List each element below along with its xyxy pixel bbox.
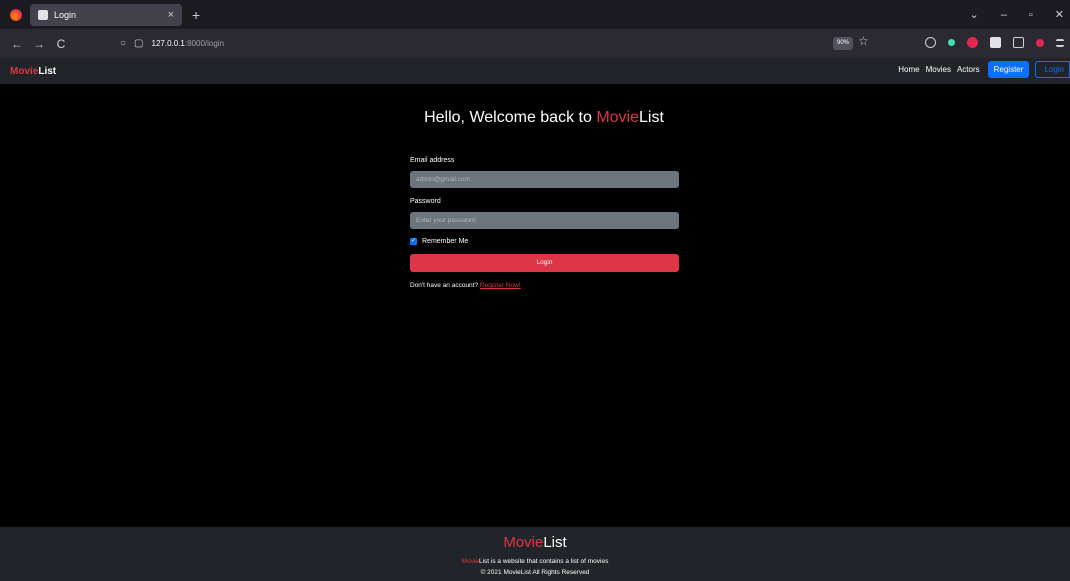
remember-checkbox[interactable]: ✓: [410, 238, 417, 245]
nav-movies[interactable]: Movies: [926, 65, 951, 74]
password-field[interactable]: Enter your password: [410, 212, 679, 229]
downloads-icon[interactable]: [948, 39, 955, 46]
adblock-icon[interactable]: [967, 37, 978, 48]
site-footer: MovieList MovieList is a website that co…: [0, 527, 1070, 581]
zoom-indicator[interactable]: 90%: [833, 37, 854, 50]
remember-label: Remember Me: [422, 238, 469, 245]
site-navbar: MovieList Home Movies Actors Register Lo…: [0, 58, 1070, 84]
forward-button[interactable]: →: [28, 37, 50, 51]
browser-tab-bar: Login × + ⌄ – ▫ ✕: [0, 0, 1070, 29]
brand-list: List: [38, 65, 57, 77]
nav-actors[interactable]: Actors: [957, 65, 980, 74]
heading-movie: Movie: [596, 109, 639, 126]
list-tabs-icon[interactable]: ⌄: [970, 8, 979, 21]
register-button[interactable]: Register: [987, 61, 1030, 78]
site-brand[interactable]: MovieList: [10, 66, 56, 77]
maximize-button[interactable]: ▫: [1029, 9, 1033, 21]
remember-row: ✓ Remember Me: [410, 238, 679, 245]
url-bar[interactable]: ○ ▢ 127.0.0.1:8000/login: [120, 34, 840, 54]
pocket-icon[interactable]: [925, 37, 936, 48]
menu-icon[interactable]: [1056, 38, 1064, 47]
page-icon[interactable]: ▢: [134, 38, 143, 49]
heading-text: Hello, Welcome back to: [424, 109, 597, 126]
register-now-link[interactable]: Register Now!: [480, 282, 521, 289]
footer-brand: MovieList: [0, 534, 1070, 551]
privacy-icon[interactable]: [1036, 38, 1044, 47]
page-title: Hello, Welcome back to MovieList: [0, 109, 1070, 127]
tab-close-icon[interactable]: ×: [168, 9, 174, 21]
login-form: Email address admin@gmail.com Password E…: [410, 157, 679, 289]
browser-tab[interactable]: Login ×: [30, 3, 182, 26]
nav-links: Home Movies Actors Register Login: [898, 61, 1070, 78]
shield-icon[interactable]: ○: [120, 38, 126, 49]
nav-home[interactable]: Home: [898, 65, 919, 74]
no-account-text: Don't have an account?: [410, 282, 480, 289]
password-label: Password: [410, 198, 441, 205]
email-field[interactable]: admin@gmail.com: [410, 171, 679, 188]
footer-desc-rest: List is a website that contains a list o…: [479, 558, 609, 565]
brand-movie: Movie: [10, 65, 39, 77]
tab-title: Login: [54, 9, 77, 20]
firefox-logo-icon[interactable]: [10, 8, 22, 21]
footer-description: MovieList is a website that contains a l…: [0, 558, 1070, 565]
heading-list: List: [639, 109, 664, 126]
register-prompt: Don't have an account? Register Now!: [410, 282, 679, 289]
url-host: 127.0.0.1: [151, 39, 185, 48]
minimize-button[interactable]: –: [1001, 9, 1007, 21]
email-label: Email address: [410, 157, 455, 164]
tab-favicon-icon: [38, 9, 48, 20]
footer-desc-movie: Movie: [461, 558, 479, 565]
translate-icon[interactable]: [1013, 37, 1024, 48]
extensions-toolbar: [925, 37, 1064, 48]
footer-brand-movie: Movie: [503, 534, 544, 551]
reload-button[interactable]: C: [50, 37, 72, 51]
main-content: Hello, Welcome back to MovieList Email a…: [0, 84, 1070, 527]
window-controls: ⌄ – ▫ ✕: [970, 0, 1070, 29]
login-button[interactable]: Login: [1035, 61, 1070, 78]
url-path: :8000/login: [184, 39, 225, 48]
footer-copyright: © 2021 MovieList All Rights Reserved: [480, 569, 590, 576]
extension-icon[interactable]: [990, 37, 1001, 48]
footer-brand-list: List: [543, 534, 567, 551]
submit-login-button[interactable]: Login: [410, 254, 679, 272]
bookmark-star-icon[interactable]: ☆: [858, 34, 869, 48]
new-tab-button[interactable]: +: [192, 7, 200, 23]
browser-nav-bar: ← → C ○ ▢ 127.0.0.1:8000/login 90% ☆: [0, 29, 1070, 58]
close-window-button[interactable]: ✕: [1055, 8, 1064, 21]
back-button[interactable]: ←: [6, 37, 28, 51]
